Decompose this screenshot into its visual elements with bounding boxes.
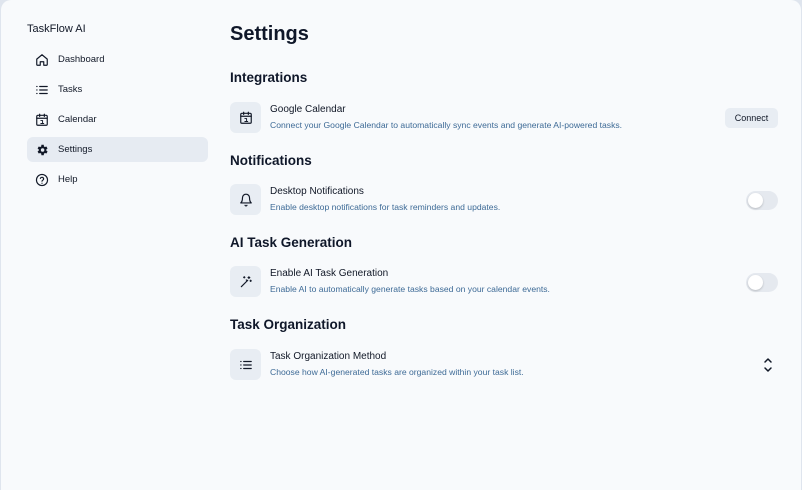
setting-row-task-organization-method: Task Organization Method Choose how AI-g… — [230, 349, 778, 381]
app-window: TaskFlow AI Dashboard Tasks Calendar Set… — [1, 0, 801, 490]
setting-description: Connect your Google Calendar to automati… — [270, 120, 623, 130]
sidebar-item-label: Calendar — [58, 114, 97, 125]
sidebar-nav: Dashboard Tasks Calendar Settings Help — [27, 47, 208, 197]
setting-title: Desktop Notifications — [270, 186, 364, 197]
sidebar-item-tasks[interactable]: Tasks — [27, 77, 208, 102]
setting-title: Task Organization Method — [270, 351, 387, 362]
setting-title: Google Calendar — [270, 104, 346, 115]
gear-icon — [35, 143, 49, 157]
app-title: TaskFlow AI — [27, 23, 86, 35]
list-icon — [230, 349, 261, 380]
setting-description: Enable desktop notifications for task re… — [270, 202, 501, 212]
chevron-up-down-icon — [764, 358, 772, 372]
sidebar: TaskFlow AI Dashboard Tasks Calendar Set… — [1, 0, 215, 490]
setting-row-desktop-notifications: Desktop Notifications Enable desktop not… — [230, 184, 778, 216]
list-icon — [35, 83, 49, 97]
section-title-ai-task-generation: AI Task Generation — [230, 235, 353, 250]
calendar-icon — [35, 113, 49, 127]
desktop-notifications-toggle[interactable] — [746, 191, 778, 210]
setting-title: Enable AI Task Generation — [270, 268, 389, 279]
ai-task-generation-toggle[interactable] — [746, 273, 778, 292]
calendar-icon — [230, 102, 261, 133]
toggle-knob — [748, 275, 763, 290]
organization-method-select[interactable] — [762, 356, 774, 374]
setting-description: Choose how AI-generated tasks are organi… — [270, 367, 524, 377]
home-icon — [35, 53, 49, 67]
bell-icon — [230, 184, 261, 215]
sidebar-item-calendar[interactable]: Calendar — [27, 107, 208, 132]
sidebar-item-help[interactable]: Help — [27, 167, 208, 192]
sidebar-item-dashboard[interactable]: Dashboard — [27, 47, 208, 72]
sidebar-item-label: Settings — [58, 144, 93, 155]
section-title-integrations: Integrations — [230, 70, 308, 85]
setting-description: Enable AI to automatically generate task… — [270, 284, 550, 294]
magic-wand-icon — [230, 266, 261, 297]
sidebar-item-settings[interactable]: Settings — [27, 137, 208, 162]
section-title-notifications: Notifications — [230, 153, 312, 168]
section-title-task-organization: Task Organization — [230, 317, 347, 332]
help-circle-icon — [35, 173, 49, 187]
connect-button[interactable]: Connect — [725, 108, 778, 128]
sidebar-item-label: Dashboard — [58, 54, 105, 65]
toggle-knob — [748, 193, 763, 208]
setting-row-google-calendar: Google Calendar Connect your Google Cale… — [230, 102, 778, 134]
setting-row-ai-task-generation: Enable AI Task Generation Enable AI to a… — [230, 266, 778, 298]
page-title: Settings — [230, 23, 309, 45]
sidebar-item-label: Tasks — [58, 84, 83, 95]
sidebar-item-label: Help — [58, 174, 78, 185]
